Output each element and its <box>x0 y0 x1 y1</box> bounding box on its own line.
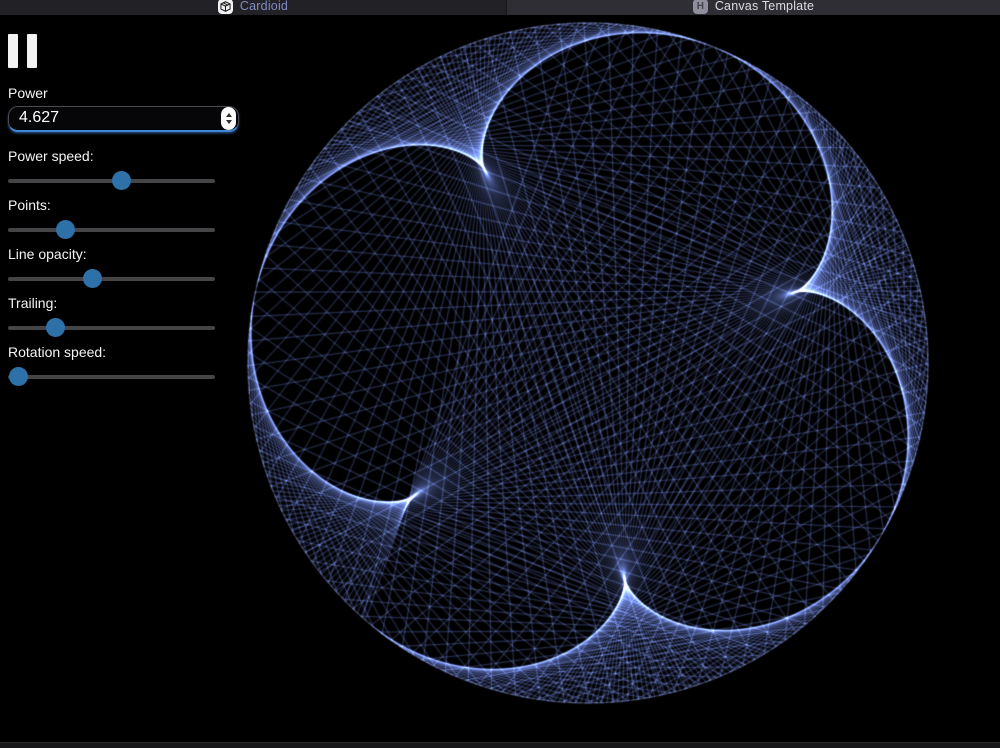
power-input[interactable] <box>8 106 239 132</box>
slider-thumb[interactable] <box>56 220 75 239</box>
slider-thumb[interactable] <box>112 171 131 190</box>
points-label: Points: <box>8 198 240 213</box>
trailing-slider[interactable] <box>8 318 223 337</box>
slider-thumb[interactable] <box>83 269 102 288</box>
power-speed-slider[interactable] <box>8 171 223 190</box>
tab-cardioid-label: Cardioid <box>240 0 288 13</box>
number-stepper[interactable] <box>221 107 236 130</box>
slider-track <box>8 277 215 281</box>
rotation-speed-label: Rotation speed: <box>8 345 240 360</box>
slider-track <box>8 375 215 379</box>
pause-bar-icon <box>27 34 37 68</box>
bottom-bar <box>0 742 1000 748</box>
slider-thumb[interactable] <box>9 367 28 386</box>
tab-canvas-template-label: Canvas Template <box>715 0 814 13</box>
line-opacity-slider[interactable] <box>8 269 223 288</box>
trailing-label: Trailing: <box>8 296 240 311</box>
points-slider[interactable] <box>8 220 223 239</box>
slider-track <box>8 326 215 330</box>
browser-tab-bar: Cardioid H Canvas Template <box>0 0 1000 15</box>
power-speed-label: Power speed: <box>8 149 240 164</box>
pause-button[interactable] <box>8 34 37 68</box>
tab-canvas-template[interactable]: H Canvas Template <box>506 0 1000 15</box>
pause-bar-icon <box>8 34 18 68</box>
control-panel: Power Power speed: Points: Line opacity:… <box>8 34 240 394</box>
stepper-up-icon <box>226 113 232 117</box>
line-opacity-label: Line opacity: <box>8 247 240 262</box>
power-input-wrap <box>8 106 239 132</box>
stepper-down-icon <box>226 120 232 124</box>
power-label: Power <box>8 86 240 101</box>
slider-thumb[interactable] <box>46 318 65 337</box>
tab-cardioid[interactable]: Cardioid <box>0 0 506 15</box>
rotation-speed-slider[interactable] <box>8 367 223 386</box>
h-badge-icon: H <box>693 0 708 14</box>
slider-track <box>8 228 215 232</box>
cube-icon <box>218 0 233 14</box>
